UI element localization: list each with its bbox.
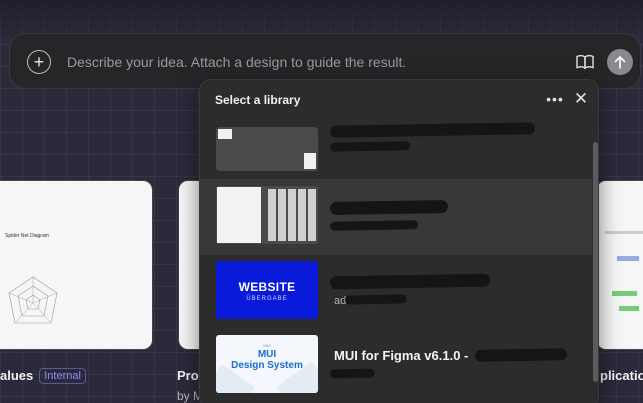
- card-thumb-bar: [617, 256, 639, 261]
- thumb-title: MUI Design System: [231, 349, 303, 371]
- card-title-right: plicatio: [600, 368, 643, 383]
- library-item[interactable]: WEBSITE ÜBERGABE ad: [200, 255, 592, 329]
- library-selector-panel: Select a library ••• ✕ WEBSITE ÜBERGABE: [199, 79, 599, 403]
- redaction-mark: [474, 348, 568, 362]
- send-button[interactable]: [607, 49, 633, 75]
- library-button[interactable]: [573, 50, 597, 74]
- thumb-subtitle: ÜBERGABE: [246, 296, 288, 302]
- redaction-mark: [329, 368, 376, 379]
- book-icon: [576, 54, 594, 70]
- prompt-input[interactable]: [67, 46, 547, 78]
- library-thumbnail: WEBSITE ÜBERGABE: [216, 261, 318, 319]
- template-card-right[interactable]: [596, 180, 643, 350]
- redaction-mark: [329, 220, 419, 231]
- plus-icon: +: [33, 52, 45, 72]
- card-title-middle: Pro: [177, 368, 199, 383]
- spider-chart-thumb: [8, 276, 58, 324]
- card-thumb-line: [605, 231, 643, 234]
- redaction-mark: [344, 294, 408, 305]
- attach-button[interactable]: +: [27, 50, 51, 74]
- close-button[interactable]: ✕: [572, 90, 590, 108]
- more-options-button[interactable]: •••: [545, 91, 565, 109]
- library-thumbnail: MUI MUI Design System: [216, 335, 318, 393]
- card-title-text: alues: [0, 368, 34, 383]
- more-icon: •••: [546, 91, 564, 107]
- arrow-up-icon: [614, 56, 626, 69]
- library-thumbnail: [216, 127, 318, 171]
- page-title-cropped: [205, 0, 495, 6]
- scrollbar-thumb[interactable]: [593, 142, 598, 382]
- card-thumb-caption: Spider Net Diagram: [5, 233, 49, 239]
- redaction-mark: [329, 122, 536, 138]
- card-title-left: alues Internal: [0, 368, 86, 384]
- library-name: MUI for Figma v6.1.0 -: [334, 348, 469, 363]
- redaction-mark: [329, 273, 491, 290]
- panel-title: Select a library: [215, 93, 301, 107]
- thumb-title: WEBSITE: [238, 280, 296, 294]
- template-card-left[interactable]: Spider Net Diagram: [0, 180, 153, 350]
- redaction-mark: [329, 199, 449, 216]
- card-thumb-bar: [619, 306, 639, 311]
- card-thumb-bar: [612, 291, 637, 296]
- library-item[interactable]: [200, 112, 592, 182]
- internal-badge: Internal: [39, 368, 86, 384]
- thumb-subtitle: MUI: [263, 343, 271, 348]
- redaction-mark: [329, 141, 411, 152]
- library-thumbnail: [216, 186, 318, 244]
- library-item[interactable]: MUI MUI Design System MUI for Figma v6.1…: [200, 329, 592, 403]
- library-item[interactable]: [200, 179, 592, 255]
- close-icon: ✕: [573, 89, 589, 108]
